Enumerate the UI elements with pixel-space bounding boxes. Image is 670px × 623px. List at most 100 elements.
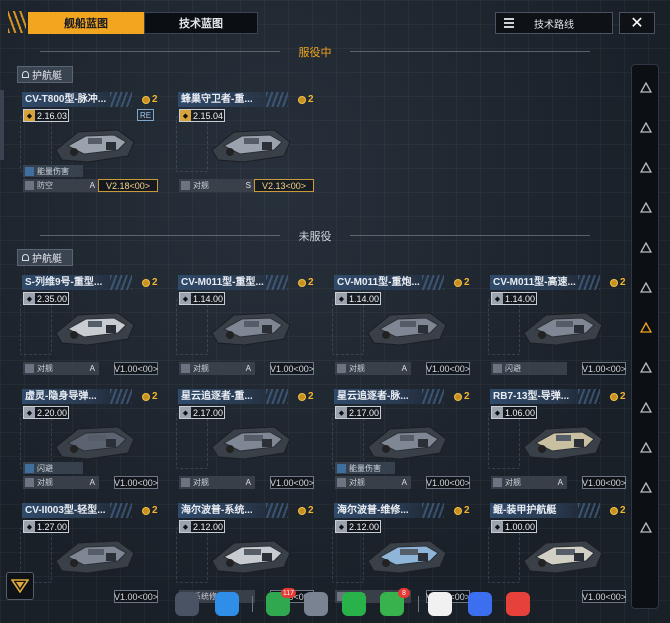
count-value: 2	[620, 391, 626, 402]
version-box: ◆ 2.35.00	[23, 292, 69, 305]
ship-card[interactable]: 虚灵-隐身导弹... 2 ◆ 2.20.00 闪避 对舰 A V1.00<00>	[20, 389, 160, 495]
escort-icon	[639, 321, 653, 333]
role-icon	[493, 478, 502, 487]
re-badge: RE	[137, 109, 154, 121]
grade-icon: ◆	[180, 407, 191, 418]
count-value: 2	[308, 505, 314, 516]
blueprint-count: 2	[454, 391, 470, 402]
shop-app-icon[interactable]	[506, 592, 530, 616]
version-code: V1.00<00>	[113, 476, 159, 489]
ship-image	[48, 533, 138, 577]
role-label: 对舰	[193, 478, 209, 487]
coin-icon	[142, 392, 150, 401]
grade-icon: ◆	[24, 293, 35, 304]
version-box: ◆ 2.17.00	[335, 406, 381, 419]
name-stripe	[422, 389, 444, 404]
version-box: ◆ 1.14.00	[335, 292, 381, 305]
phone-app-icon[interactable]: 8	[380, 588, 410, 616]
wechat-app-icon[interactable]	[342, 592, 366, 616]
grade-icon: ◆	[492, 521, 503, 532]
sidebar-frigate-icon[interactable]	[639, 81, 653, 93]
count-value: 2	[308, 391, 314, 402]
name-stripe	[422, 503, 444, 518]
sidebar-destroyer-icon[interactable]	[639, 121, 653, 133]
version-value: 2.17.00	[349, 407, 380, 418]
role-label: 对舰	[193, 364, 209, 373]
battlecruiser-icon	[639, 241, 653, 253]
sidebar-shuttle-icon[interactable]	[639, 441, 653, 453]
camera-app-icon[interactable]	[304, 592, 328, 616]
fighter-icon	[639, 361, 653, 373]
tech-route-button[interactable]: 技术路线	[495, 12, 613, 34]
role-tag: 对舰 A	[23, 362, 99, 375]
feature-tag: 能量伤害	[23, 165, 83, 177]
auxiliary-icon	[639, 401, 653, 413]
game-app-icon[interactable]	[428, 592, 452, 616]
ship-image	[516, 419, 606, 463]
ship-card[interactable]: RB7-13型-导弹... 2 ◆ 1.06.00 对舰 A V1.00<00>	[488, 389, 628, 495]
role-label: 对舰	[349, 364, 365, 373]
version-value: 2.16.03	[37, 110, 68, 121]
version-box: ◆ 1.00.00	[491, 520, 537, 533]
ship-card[interactable]: CV-M011型-重炮... 2 ◆ 1.14.00 对舰 A V1.00<00>	[332, 275, 472, 381]
app-grid-icon[interactable]	[175, 592, 199, 616]
version-box: ◆ 2.17.00	[179, 406, 225, 419]
ship-card[interactable]: CV-M011型-高速... 2 ◆ 1.14.00 闪避 V1.00<00>	[488, 275, 628, 381]
files-app-icon[interactable]	[215, 592, 239, 616]
version-value: 2.15.04	[193, 110, 224, 121]
tab-tech-blueprint[interactable]: 技术蓝图	[144, 12, 258, 34]
messages-app-icon[interactable]: 117	[266, 588, 296, 616]
coin-icon	[454, 506, 462, 515]
ship-image	[204, 533, 294, 577]
triangle-logo-icon	[11, 579, 29, 593]
ship-card[interactable]: CV-M011型-重型... 2 ◆ 1.14.00 对舰 A V1.00<00>	[176, 275, 316, 381]
coin-icon	[142, 506, 150, 515]
sidebar-filter-icon[interactable]	[639, 521, 653, 533]
category-label-inactive[interactable]: 护航艇	[17, 249, 73, 266]
version-code: V1.00<00>	[113, 362, 159, 375]
section-title-inactive: 未服役	[0, 228, 630, 244]
version-box: ◆ 2.12.00	[179, 520, 225, 533]
blueprint-count: 2	[298, 277, 314, 288]
left-edge-handle[interactable]	[0, 90, 4, 160]
blueprint-count: 2	[454, 505, 470, 516]
sidebar-corvette-icon[interactable]	[639, 281, 653, 293]
sidebar-fighter-icon[interactable]	[639, 361, 653, 373]
sidebar-carrier-icon[interactable]	[639, 201, 653, 213]
role-icon	[493, 364, 502, 373]
version-code: V1.00<00>	[581, 590, 627, 603]
role-label: 对舰	[37, 364, 53, 373]
phone-badge: 8	[398, 588, 410, 598]
sidebar-cruiser-icon[interactable]	[639, 161, 653, 173]
ship-card[interactable]: CV-T800型-脉冲... 2 ◆ 2.16.03 RE 能量伤害 防空 A V2.18<0…	[20, 92, 160, 198]
blueprint-count: 2	[142, 391, 158, 402]
category-label-active[interactable]: 护航艇	[17, 66, 73, 83]
sidebar-battlecruiser-icon[interactable]	[639, 241, 653, 253]
role-label: 防空	[37, 181, 53, 190]
sidebar-escort-icon[interactable]	[639, 321, 653, 333]
corner-logo[interactable]	[6, 572, 34, 600]
ship-card[interactable]: 蜂巢守卫者-重... 2 ◆ 2.15.04 对舰 S V2.13<00>	[176, 92, 316, 198]
blueprint-count: 2	[610, 277, 626, 288]
ship-card[interactable]: 星云追逐者-脉... 2 ◆ 2.17.00 能量伤害 对舰 A V1.00<00>	[332, 389, 472, 495]
name-stripe	[266, 275, 288, 290]
coin-icon	[298, 392, 306, 401]
blueprint-count: 2	[298, 94, 314, 105]
role-tag: 闪避	[491, 362, 567, 375]
version-box: ◆ 2.16.03	[23, 109, 69, 122]
role-icon	[25, 364, 34, 373]
close-button[interactable]: ✕	[619, 12, 655, 34]
version-value: 2.17.00	[193, 407, 224, 418]
coin-icon	[610, 392, 618, 401]
sidebar-auxiliary-icon[interactable]	[639, 401, 653, 413]
coin-icon	[298, 278, 306, 287]
ship-card[interactable]: 星云追逐者-重... 2 ◆ 2.17.00 对舰 A V1.00<00>	[176, 389, 316, 495]
sidebar-station-icon[interactable]	[639, 481, 653, 493]
browser-app-icon[interactable]	[468, 592, 492, 616]
tab-ship-blueprint[interactable]: 舰船蓝图	[28, 12, 144, 34]
close-icon: ✕	[630, 15, 644, 32]
ship-image	[48, 122, 138, 166]
version-code: V1.00<00>	[425, 362, 471, 375]
ship-card[interactable]: S-列维9号-重型... 2 ◆ 2.35.00 对舰 A V1.00<00>	[20, 275, 160, 381]
ship-card[interactable]: CV-II003型-轻型... 2 ◆ 1.27.00 V1.00<00>	[20, 503, 160, 609]
